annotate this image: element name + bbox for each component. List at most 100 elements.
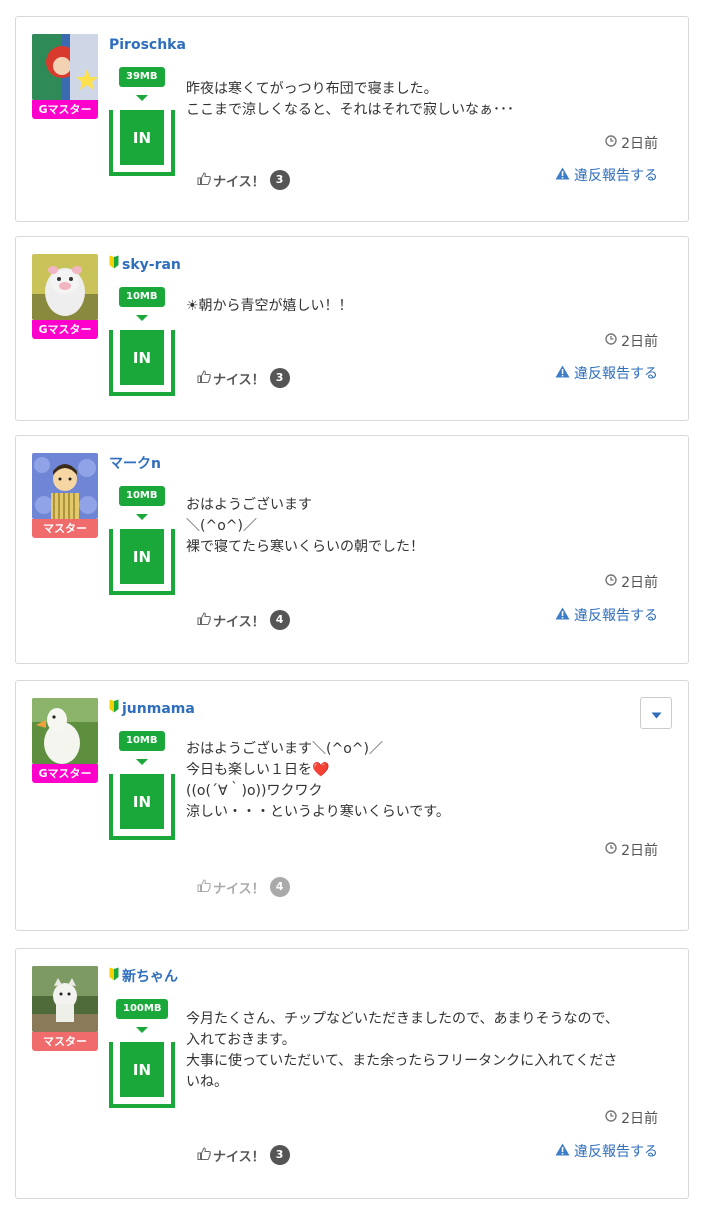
rank-badge: Gマスター — [32, 100, 98, 119]
nice-count: 3 — [269, 1145, 290, 1165]
warning-icon — [555, 365, 570, 382]
nice-label[interactable]: ナイス！ — [213, 171, 265, 190]
rank-badge: Gマスター — [32, 320, 98, 339]
post-line: おはようございます＼(^o^)／ — [186, 741, 383, 757]
username[interactable]: junmama — [122, 699, 195, 719]
warning-icon — [555, 167, 570, 184]
username[interactable]: sky-ran — [122, 255, 181, 275]
thumbs-up-icon — [197, 369, 211, 387]
avatar[interactable] — [32, 966, 98, 1032]
tank-label: IN — [120, 330, 164, 385]
mb-badge: 100MB — [116, 999, 169, 1019]
tank-box: IN — [109, 774, 175, 840]
post-line: 大事に使っていただいて、また余ったらフリータンクに入れてくださ — [186, 1053, 618, 1069]
warning-icon — [555, 1143, 570, 1160]
post-card: Gマスター junmama 10MB IN おはようございます＼(^o^)／ 今… — [15, 680, 689, 931]
username[interactable]: マークn — [109, 454, 161, 474]
post-line: ((o(´∀｀)o))ワクワク — [186, 783, 323, 799]
report-text[interactable]: 違反報告する — [574, 1141, 658, 1161]
tank-label: IN — [120, 774, 164, 829]
mb-badge: 10MB — [119, 731, 165, 751]
nice-button[interactable]: ナイス！ 3 — [197, 1145, 290, 1165]
clock-icon — [605, 1110, 617, 1126]
tank-label: IN — [120, 1042, 164, 1097]
post-body: 昨夜は寒くてがっつり布団で寝ました。 ここまで涼しくなると、それはそれで寂しいな… — [186, 79, 668, 121]
rank-badge: Gマスター — [32, 764, 98, 783]
timestamp-text: 2日前 — [621, 136, 658, 152]
tank-box: IN — [109, 529, 175, 595]
nice-count: 4 — [269, 877, 290, 897]
nice-count: 3 — [269, 170, 290, 190]
clock-icon — [605, 842, 617, 858]
report-link[interactable]: 違反報告する — [555, 605, 658, 625]
post-line: 入れておきます。 — [186, 1032, 296, 1048]
report-text[interactable]: 違反報告する — [574, 165, 658, 185]
timestamp-text: 2日前 — [621, 843, 658, 859]
dropdown-button[interactable] — [640, 697, 672, 729]
rank-badge: マスター — [32, 519, 98, 538]
username-link[interactable]: Piroschka — [109, 35, 186, 55]
nice-count: 3 — [269, 368, 290, 388]
username-link[interactable]: junmama — [109, 699, 195, 719]
post-line: 昨夜は寒くてがっつり布団で寝ました。 — [186, 81, 438, 97]
username[interactable]: 新ちゃん — [122, 967, 178, 987]
mb-badge: 10MB — [119, 287, 165, 307]
mb-badge: 10MB — [119, 486, 165, 506]
rank-badge: マスター — [32, 1032, 98, 1051]
timestamp-text: 2日前 — [621, 575, 658, 591]
nice-button[interactable]: ナイス！ 3 — [197, 170, 290, 190]
nice-label[interactable]: ナイス！ — [213, 611, 265, 630]
timestamp: 2日前 — [605, 331, 658, 351]
timestamp-text: 2日前 — [621, 334, 658, 350]
tank-box: IN — [109, 1042, 175, 1108]
beginner-mark-icon — [109, 967, 119, 987]
timestamp-text: 2日前 — [621, 1111, 658, 1127]
username-link[interactable]: 新ちゃん — [109, 967, 178, 987]
avatar[interactable] — [32, 453, 98, 519]
report-link[interactable]: 違反報告する — [555, 1141, 658, 1161]
beginner-mark-icon — [109, 255, 119, 275]
tank-label: IN — [120, 529, 164, 584]
nice-label: ナイス！ — [213, 881, 265, 897]
username-link[interactable]: sky-ran — [109, 255, 181, 275]
post-line: 裸で寝てたら寒いくらいの朝でした！ — [186, 539, 424, 555]
post-line: ☀朝から青空が嬉しい！！ — [186, 298, 353, 314]
report-text[interactable]: 違反報告する — [574, 363, 658, 383]
nice-label[interactable]: ナイス！ — [213, 369, 265, 388]
clock-icon — [605, 333, 617, 349]
post-line: 今月たくさん、チップなどいただきましたので、あまりそうなので、 — [186, 1011, 619, 1027]
thumbs-up-icon — [197, 171, 211, 189]
timestamp: 2日前 — [605, 133, 658, 153]
warning-icon — [555, 607, 570, 624]
report-text[interactable]: 違反報告する — [574, 605, 658, 625]
mb-badge: 39MB — [119, 67, 165, 87]
tank-box: IN — [109, 330, 175, 396]
post-line: おはようございます — [186, 497, 312, 513]
post-card: マスター マークn 10MB IN おはようございます ＼(^o^)／ 裸で寝て… — [15, 435, 689, 664]
avatar[interactable] — [32, 34, 98, 100]
post-line: ここまで涼しくなると、それはそれで寂しいなぁ･･･ — [186, 102, 515, 118]
username[interactable]: Piroschka — [109, 35, 186, 55]
down-arrow-icon — [136, 1027, 148, 1033]
username-link[interactable]: マークn — [109, 454, 161, 474]
nice-button[interactable]: ナイス！ 3 — [197, 368, 290, 388]
nice-label[interactable]: ナイス！ — [213, 1146, 265, 1165]
thumbs-up-icon — [197, 611, 211, 629]
nice-count: 4 — [269, 610, 290, 630]
report-link[interactable]: 違反報告する — [555, 165, 658, 185]
down-arrow-icon — [136, 95, 148, 101]
avatar[interactable] — [32, 698, 98, 764]
post-line: ＼(^o^)／ — [186, 518, 257, 534]
post-line: 今日も楽しい１日を❤️ — [186, 762, 330, 778]
post-body: おはようございます＼(^o^)／ 今日も楽しい１日を❤️ ((o(´∀｀)o))… — [186, 739, 668, 823]
nice-button: ナイス！ 4 — [197, 877, 290, 897]
timestamp: 2日前 — [605, 572, 658, 592]
report-link[interactable]: 違反報告する — [555, 363, 658, 383]
clock-icon — [605, 135, 617, 151]
post-line: 涼しい・・・というより寒いくらいです。 — [186, 804, 450, 820]
avatar[interactable] — [32, 254, 98, 320]
nice-button[interactable]: ナイス！ 4 — [197, 610, 290, 630]
timestamp: 2日前 — [605, 840, 658, 860]
post-body: おはようございます ＼(^o^)／ 裸で寝てたら寒いくらいの朝でした！ — [186, 495, 668, 558]
down-arrow-icon — [136, 759, 148, 765]
